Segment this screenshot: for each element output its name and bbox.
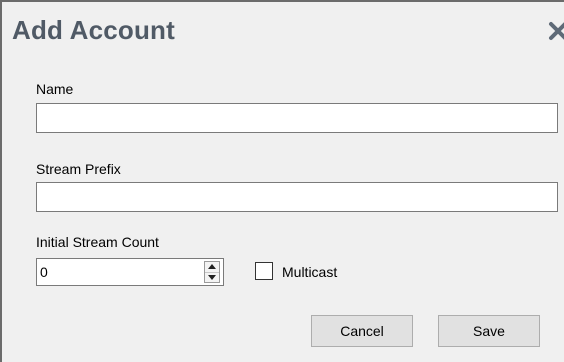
- name-field[interactable]: [36, 103, 558, 133]
- add-account-dialog: Add Account Name Stream Prefix Initial S…: [0, 0, 564, 362]
- multicast-checkbox[interactable]: [255, 262, 273, 280]
- caret-up-icon: [208, 264, 216, 269]
- stepper-down-button[interactable]: [205, 272, 219, 283]
- stepper-spin-buttons: [204, 261, 220, 283]
- initial-stream-count-stepper[interactable]: 0: [36, 258, 224, 286]
- name-label: Name: [36, 81, 74, 97]
- initial-stream-count-value[interactable]: 0: [40, 264, 48, 280]
- dialog-title-bar: Add Account: [2, 2, 564, 56]
- multicast-label[interactable]: Multicast: [282, 264, 337, 280]
- stream-prefix-field[interactable]: [36, 182, 558, 212]
- save-button[interactable]: Save: [438, 315, 540, 347]
- stepper-up-button[interactable]: [205, 262, 219, 272]
- close-glyph: [549, 22, 564, 40]
- caret-down-icon: [208, 275, 216, 280]
- stream-prefix-label: Stream Prefix: [36, 161, 121, 177]
- cancel-button[interactable]: Cancel: [311, 315, 413, 347]
- initial-stream-count-label: Initial Stream Count: [36, 234, 159, 250]
- close-icon[interactable]: [547, 20, 564, 42]
- dialog-title: Add Account: [12, 15, 175, 45]
